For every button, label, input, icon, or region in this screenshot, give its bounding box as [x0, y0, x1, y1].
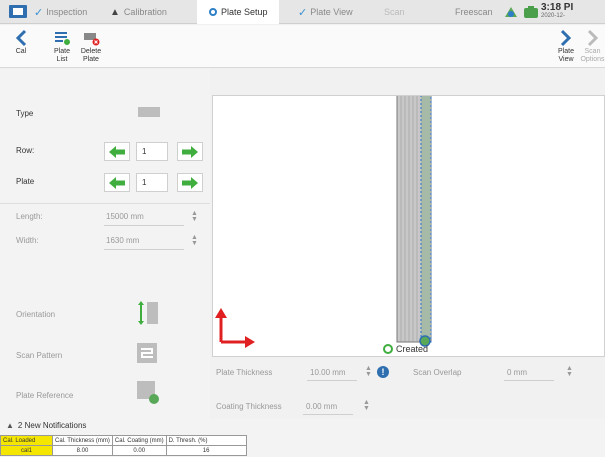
check-icon: ✓ [298, 6, 308, 19]
chevron-right-icon [587, 28, 599, 48]
orientation-icon [138, 301, 158, 325]
table-cell: 16 [165, 445, 247, 456]
chevron-right-icon [560, 28, 572, 48]
length-input[interactable]: 15000 mm [106, 212, 144, 221]
created-marker-icon [383, 344, 393, 354]
cal-button[interactable]: Cal [10, 25, 32, 68]
plate-thickness-underline [307, 380, 357, 381]
plate-canvas[interactable]: Created [212, 95, 605, 357]
plate-list-button[interactable]: Plate List [50, 25, 74, 68]
plate-type-icon[interactable] [138, 107, 160, 117]
orientation-label: Orientation [16, 310, 56, 319]
delete-plate-icon [82, 28, 100, 48]
arrow-right-icon [182, 176, 198, 189]
scan-overlap-input[interactable]: 0 mm [507, 368, 527, 377]
table-cell: 8.00 [52, 445, 113, 456]
arrow-left-icon [109, 145, 125, 158]
scan-pattern-label: Scan Pattern [16, 351, 63, 360]
scan-overlap-underline [504, 380, 554, 381]
arrow-left-icon [109, 176, 125, 189]
plate-thickness-input[interactable]: 10.00 mm [310, 368, 346, 377]
scan-options-button[interactable]: Scan Options [580, 25, 605, 68]
type-label: Type [16, 109, 34, 118]
calibration-summary-table: Cal. Loaded Cal. Thickness (mm) Cal. Coa… [0, 435, 247, 456]
plate-prev-button[interactable] [104, 173, 130, 192]
clock-date: 2020-12- [541, 13, 566, 19]
tab-inspection[interactable]: ✓ Inspection [30, 0, 87, 24]
width-label: Width: [16, 236, 39, 245]
length-underline [104, 225, 184, 226]
coating-thickness-stepper[interactable]: ▲ ▼ [363, 399, 370, 412]
table-cell: cal1 [0, 445, 53, 456]
row-prev-button[interactable] [104, 142, 130, 161]
length-stepper[interactable]: ▲ ▼ [191, 210, 198, 223]
orientation-button[interactable] [136, 300, 160, 326]
warning-icon: ▲ [110, 6, 120, 18]
table-header-cell: Cal. Coating (mm) [111, 435, 167, 446]
clock: 3:18 PI 2020-12- [541, 2, 605, 19]
plate-drawing [215, 96, 432, 354]
row-input[interactable]: 1 [136, 142, 168, 161]
active-step-icon [209, 8, 217, 16]
scan-pattern-icon [137, 343, 157, 363]
plate-shape[interactable] [396, 96, 432, 343]
plate-reference-button[interactable] [136, 379, 160, 405]
notifications-toggle[interactable]: ▲ 2 New Notifications [6, 421, 86, 430]
created-label: Created [396, 344, 429, 354]
plate-reference-icon [137, 381, 159, 404]
width-input[interactable]: 1630 mm [106, 236, 139, 245]
plate-label: Plate [16, 177, 35, 186]
table-header-cell: Cal. Loaded [0, 435, 53, 446]
scan-pattern-button[interactable] [136, 342, 158, 364]
workflow-tab-bar: ✓ Inspection ▲ Calibration Plate Setup ✓ Pl… [0, 0, 605, 24]
plate-input[interactable]: 1 [136, 173, 168, 192]
table-header-cell: Cal. Thickness (mm) [52, 435, 113, 446]
plate-next-button[interactable] [177, 173, 203, 192]
scan-overlap-stepper[interactable]: ▲ ▼ [566, 365, 573, 378]
divider [0, 203, 210, 204]
table-header-cell: D. Thresh. (%) [165, 435, 247, 446]
delete-plate-button[interactable]: Delete Plate [78, 25, 104, 68]
chevron-left-icon [15, 28, 27, 48]
tab-plate-view[interactable]: ✓ Plate View [298, 0, 353, 24]
table-cell: 0.00 [111, 445, 167, 456]
coating-thickness-underline [303, 414, 353, 415]
tab-calibration[interactable]: ▲ Calibration [110, 0, 167, 24]
width-underline [104, 249, 184, 250]
tab-freescan[interactable]: Freescan [455, 0, 493, 24]
row-label: Row: [16, 146, 35, 155]
plate-thickness-stepper[interactable]: ▲ ▼ [365, 365, 372, 378]
app-logo-icon[interactable] [8, 4, 28, 19]
row-next-button[interactable] [177, 142, 203, 161]
plate-thickness-label: Plate Thickness [216, 368, 273, 377]
scan-overlap-label: Scan Overlap [413, 368, 462, 377]
probe-status-icon[interactable] [502, 3, 520, 21]
width-stepper[interactable]: ▲ ▼ [191, 234, 198, 247]
origin-axes-icon [215, 308, 255, 348]
list-icon [53, 28, 71, 48]
warning-icon: ▲ [6, 421, 14, 430]
notifications-title: 2 New Notifications [17, 421, 87, 430]
notifications-bar: ▲ 2 New Notifications Cal. Loaded Cal. T… [0, 419, 605, 457]
plate-reference-label: Plate Reference [16, 391, 74, 400]
plate-view-button[interactable]: Plate View [555, 25, 577, 68]
arrow-right-icon [182, 145, 198, 158]
length-label: Length: [16, 212, 43, 221]
info-alert-icon[interactable]: ! [377, 366, 389, 378]
toolbar: Cal Plate List Delete Plate Plate View S… [0, 25, 605, 68]
coating-thickness-label: Coating Thickness [216, 402, 282, 411]
coating-thickness-input[interactable]: 0.00 mm [306, 402, 337, 411]
table-row: cal1 8.00 0.00 16 [0, 445, 247, 456]
table-header-row: Cal. Loaded Cal. Thickness (mm) Cal. Coa… [0, 435, 247, 446]
check-icon: ✓ [34, 6, 44, 19]
plate-settings-panel: Type Row: 1 Plate 1 Length: 15000 mm ▲ ▼ … [0, 69, 210, 419]
tab-plate-setup[interactable]: Plate Setup [197, 0, 279, 24]
clock-time: 3:18 PI [541, 2, 574, 13]
tab-scan[interactable]: Scan [384, 0, 405, 24]
battery-icon[interactable] [522, 3, 540, 21]
